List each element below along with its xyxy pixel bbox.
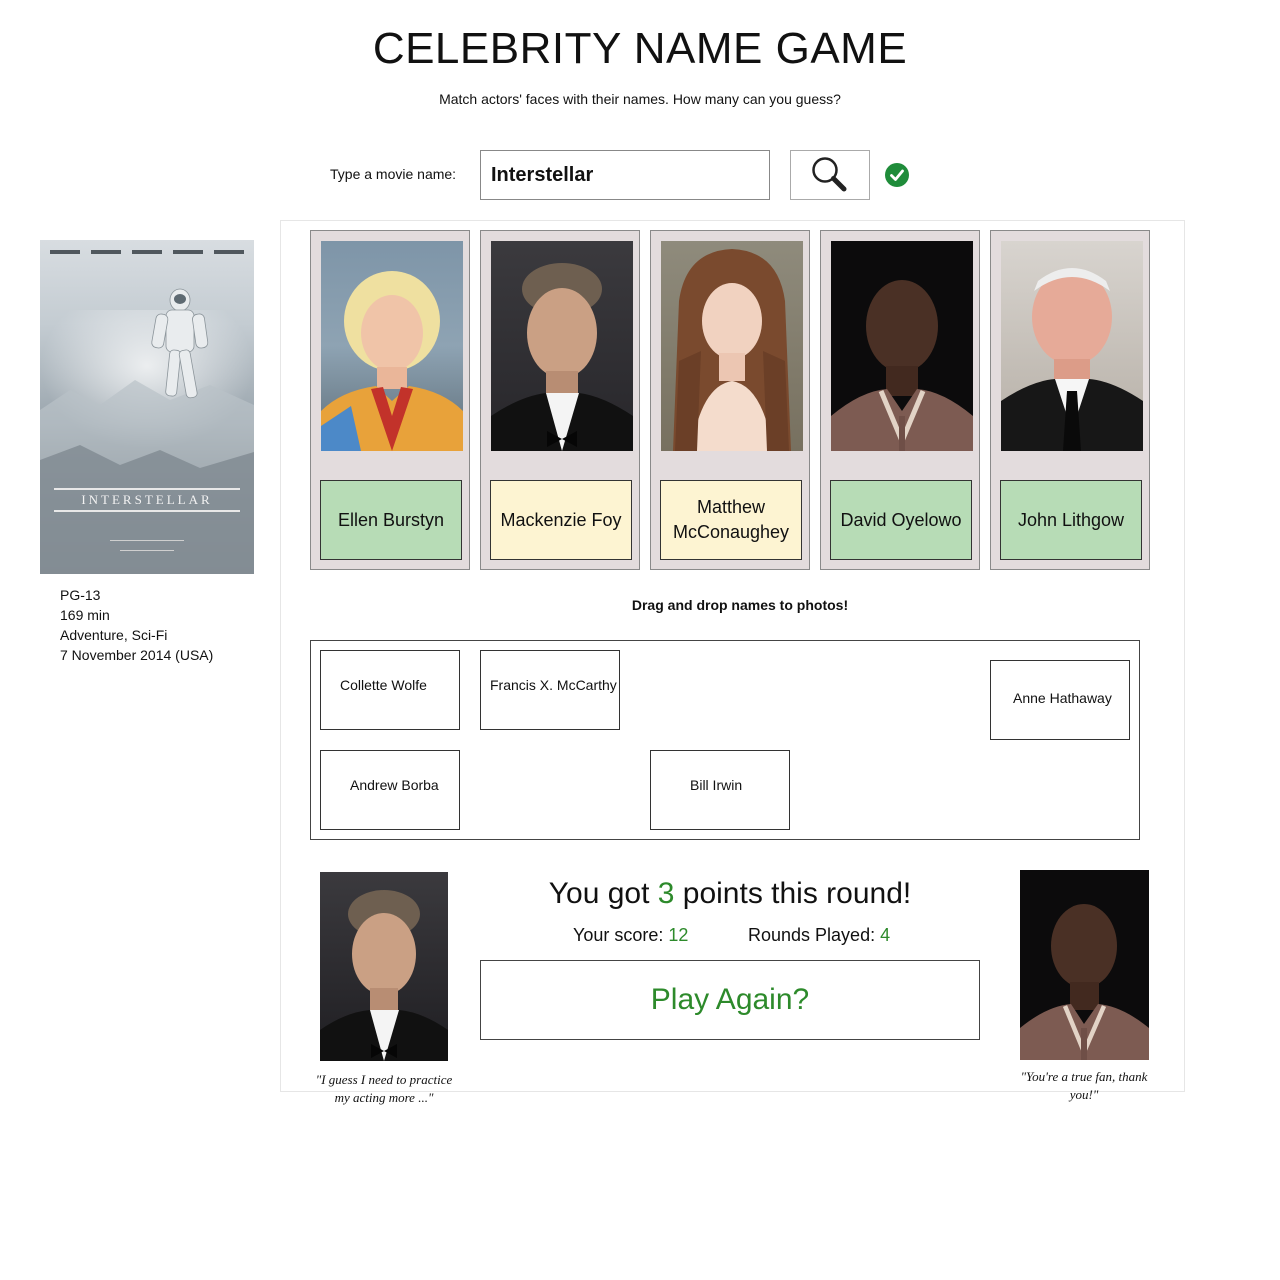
page-subtitle: Match actors' faces with their names. Ho… <box>439 91 841 107</box>
actor-card: Ellen Burstyn <box>310 230 470 570</box>
round-points: 3 <box>657 877 675 910</box>
name-chip[interactable]: Bill Irwin <box>650 750 790 830</box>
movie-poster: INTERSTELLAR <box>40 240 254 574</box>
magnifier-icon <box>812 157 847 192</box>
round-result: You got 3 points this round! <box>480 877 980 911</box>
name-chip[interactable]: Anne Hathaway <box>990 660 1130 740</box>
actor-photo <box>831 241 973 451</box>
reaction-photo-right <box>1020 870 1149 1060</box>
round-result-prefix: You got <box>548 877 658 910</box>
name-drop-slot[interactable]: David Oyelowo <box>830 480 972 560</box>
name-chip-label: Collette Wolfe <box>340 677 427 693</box>
movie-genres: Adventure, Sci-Fi <box>60 627 168 643</box>
rounds-label: Rounds Played: <box>748 925 881 945</box>
actor-photo <box>321 241 463 451</box>
round-result-suffix: points this round! <box>674 877 912 910</box>
drag-instruction: Drag and drop names to photos! <box>631 597 849 613</box>
movie-search-label: Type a movie name: <box>330 166 457 182</box>
score-label: Your score: <box>573 925 669 945</box>
name-chip-label: Anne Hathaway <box>1013 690 1112 706</box>
name-chip-label: Bill Irwin <box>690 777 743 793</box>
page-title: CELEBRITY NAME GAME <box>372 24 908 73</box>
reaction-quote-right: "You're a true fan, thank you!" <box>1020 1069 1148 1102</box>
play-again-button[interactable]: Play Again? <box>480 960 980 1040</box>
movie-runtime: 169 min <box>60 607 110 623</box>
name-chip-label: Francis X. McCarthy <box>490 677 617 693</box>
score-value: 12 <box>668 925 689 945</box>
actor-photo <box>661 241 803 451</box>
name-drop-slot[interactable]: Mackenzie Foy <box>490 480 632 560</box>
actor-card: John Lithgow <box>990 230 1150 570</box>
name-drop-slot[interactable]: Matthew McConaughey <box>660 480 802 560</box>
actor-photo <box>491 241 633 451</box>
reaction-photo-left <box>320 872 448 1061</box>
check-circle-icon <box>885 163 909 187</box>
movie-release-date: 7 November 2014 (USA) <box>60 647 214 663</box>
movie-rating: PG-13 <box>60 587 101 603</box>
name-chip[interactable]: Francis X. McCarthy <box>480 650 620 730</box>
search-button[interactable] <box>790 150 870 200</box>
reaction-quote-left: "I guess I need to practice my acting mo… <box>315 1072 453 1105</box>
name-drop-slot[interactable]: John Lithgow <box>1000 480 1142 560</box>
actor-photo <box>1001 241 1143 451</box>
actor-card: David Oyelowo <box>820 230 980 570</box>
score-display: Your score: 12 <box>573 925 688 946</box>
actor-card: Mackenzie Foy <box>480 230 640 570</box>
actor-card: Matthew McConaughey <box>650 230 810 570</box>
rounds-value: 4 <box>880 925 891 945</box>
name-chip[interactable]: Andrew Borba <box>320 750 460 830</box>
rounds-display: Rounds Played: 4 <box>748 925 890 946</box>
movie-search-input[interactable] <box>480 150 770 200</box>
name-chip[interactable]: Collette Wolfe <box>320 650 460 730</box>
name-chip-label: Andrew Borba <box>350 777 439 793</box>
poster-title: INTERSTELLAR <box>81 492 213 507</box>
name-drop-slot[interactable]: Ellen Burstyn <box>320 480 462 560</box>
